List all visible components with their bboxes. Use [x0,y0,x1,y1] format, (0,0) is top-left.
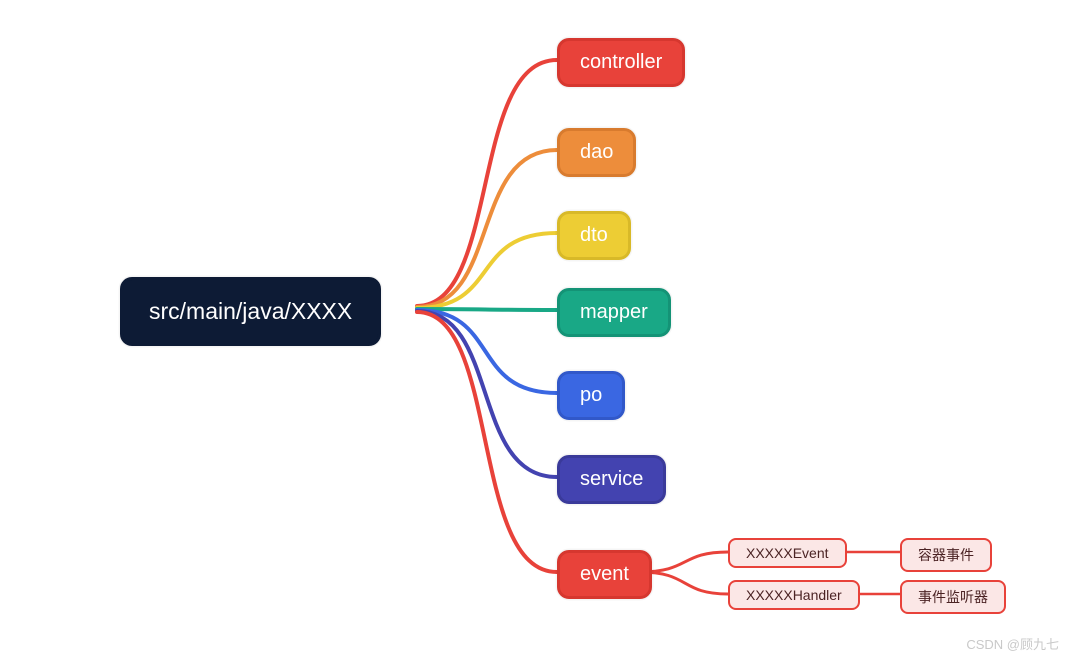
node-dto[interactable]: dto [557,211,631,260]
node-mapper[interactable]: mapper [557,288,671,337]
node-label: 容器事件 [918,545,974,565]
mindmap-canvas: src/main/java/XXXX controller dao dto ma… [0,0,1071,659]
node-label: event [580,563,629,586]
root-label: src/main/java/XXXX [149,298,352,325]
root-node[interactable]: src/main/java/XXXX [120,277,381,346]
node-controller[interactable]: controller [557,38,685,87]
node-label: service [580,468,643,491]
node-label: XXXXXHandler [746,587,842,603]
node-label: dto [580,224,608,247]
node-label: dao [580,141,613,164]
node-label: controller [580,51,662,74]
node-event[interactable]: event [557,550,652,599]
node-desc-container-event[interactable]: 容器事件 [900,538,992,572]
node-xxxxxhandler[interactable]: XXXXXHandler [728,580,860,610]
node-service[interactable]: service [557,455,666,504]
node-label: 事件监听器 [918,587,988,607]
node-dao[interactable]: dao [557,128,636,177]
node-label: mapper [580,301,648,324]
node-label: XXXXXEvent [746,545,829,561]
node-desc-event-listener[interactable]: 事件监听器 [900,580,1006,614]
watermark: CSDN @顾九七 [966,634,1059,653]
node-label: po [580,384,602,407]
node-po[interactable]: po [557,371,625,420]
node-xxxxxevent[interactable]: XXXXXEvent [728,538,847,568]
